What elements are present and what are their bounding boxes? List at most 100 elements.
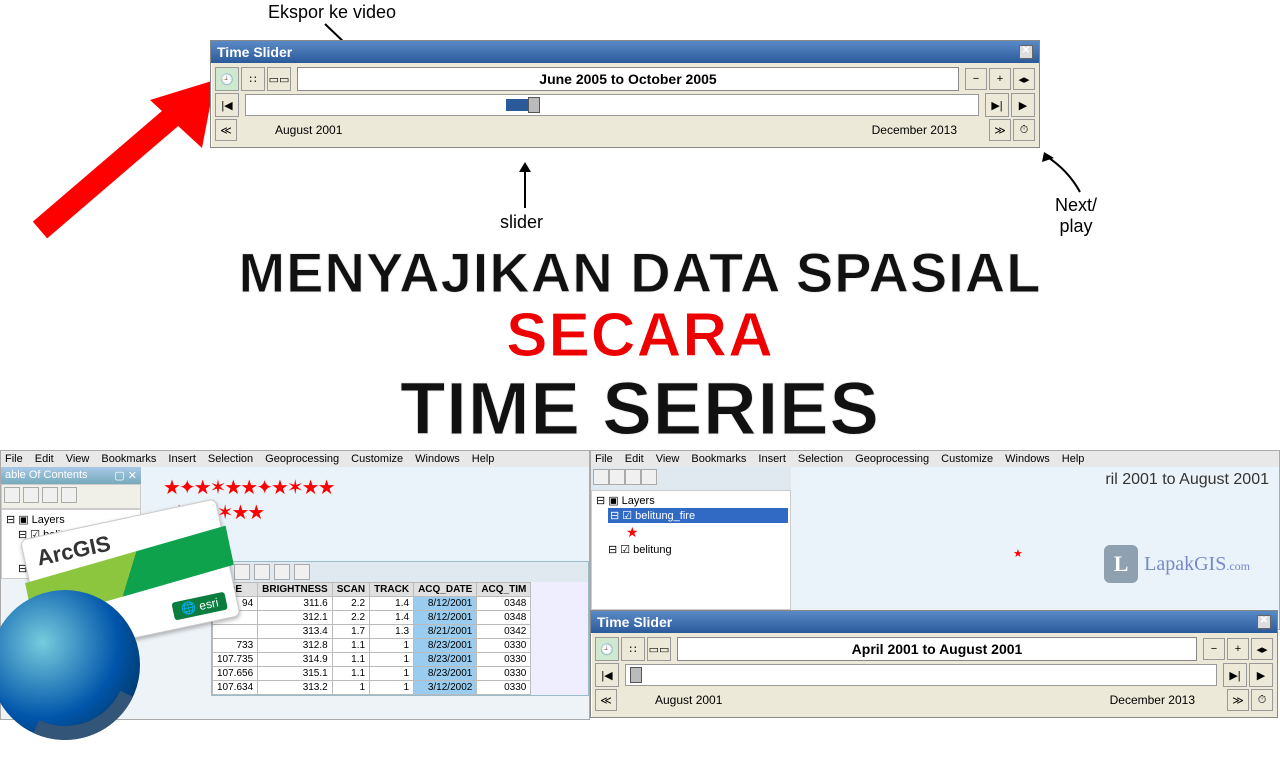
headline-line3: TIME SERIES xyxy=(0,366,1280,451)
time-settings-button[interactable]: ⏱ xyxy=(1013,119,1035,141)
arrow-to-slider-icon xyxy=(515,160,535,215)
col-acqtim[interactable]: ACQ_TIM xyxy=(477,583,531,597)
step-forward-button[interactable]: ≫ xyxy=(989,119,1011,141)
time-slider-titlebar-2[interactable]: Time Slider ✕ xyxy=(591,611,1277,633)
arrow-to-play-icon xyxy=(1038,150,1088,200)
table-row: 107.735314.91.118/23/20010330 xyxy=(213,653,531,667)
globe-icon xyxy=(0,590,140,740)
tbl-btn[interactable] xyxy=(254,564,270,580)
menu-view[interactable]: View xyxy=(66,453,90,465)
lapakgis-logo: L LapakGIS.com xyxy=(1104,545,1250,583)
arcmap-menubar-2[interactable]: File Edit View Bookmarks Insert Selectio… xyxy=(591,451,1279,467)
table-row: 107.656315.11.118/23/20010330 xyxy=(213,667,531,681)
map-area-right[interactable]: ril 2001 to August 2001 ★ xyxy=(793,467,1279,617)
zoom-in-button[interactable]: + xyxy=(1227,638,1249,660)
annotation-export-video: Ekspor ke video xyxy=(268,2,396,23)
menu-bookmarks[interactable]: Bookmarks xyxy=(101,453,156,465)
zoom-out-button[interactable]: − xyxy=(965,68,987,90)
time-start-label: August 2001 xyxy=(275,123,342,137)
toc-btn-1[interactable] xyxy=(4,487,20,503)
toc-body-2: ⊟ ▣ Layers ⊟ ☑ belitung_fire ★ ⊟ ☑ belit… xyxy=(591,490,791,610)
time-slider-track[interactable] xyxy=(245,94,979,116)
red-arrow-icon xyxy=(30,70,230,240)
annotation-slider: slider xyxy=(500,212,543,233)
time-slider-handle[interactable] xyxy=(528,97,540,113)
menu-selection[interactable]: Selection xyxy=(208,453,253,465)
menu-file[interactable]: File xyxy=(5,453,23,465)
time-fill xyxy=(506,99,530,111)
export-video-button[interactable]: ▭▭ xyxy=(267,67,291,91)
toc-toolbar[interactable] xyxy=(1,484,141,509)
toc-btn-3[interactable] xyxy=(42,487,58,503)
play-button[interactable]: ▶ xyxy=(1011,93,1035,117)
time-end-label: December 2013 xyxy=(872,123,957,137)
toc-btn-4[interactable] xyxy=(61,487,77,503)
skip-back-button[interactable]: |◀ xyxy=(215,93,239,117)
annotation-next-play: Next/ play xyxy=(1055,195,1097,237)
col-acqdate[interactable]: ACQ_DATE xyxy=(414,583,477,597)
toc-titlebar[interactable]: able Of Contents▢ ✕ xyxy=(1,467,141,484)
headline-line2: SECARA xyxy=(0,300,1280,371)
toc-toolbar-2[interactable] xyxy=(591,467,791,490)
menu-geoprocessing[interactable]: Geoprocessing xyxy=(265,453,339,465)
toc-symbol: ★ xyxy=(594,523,788,542)
menu-windows[interactable]: Windows xyxy=(415,453,460,465)
full-extent-button[interactable]: ◂▸ xyxy=(1251,638,1273,660)
step-forward-button[interactable]: ≫ xyxy=(1227,689,1249,711)
play-button[interactable]: ▶ xyxy=(1249,663,1273,687)
headline-line1: MENYAJIKAN DATA SPASIAL xyxy=(0,240,1280,305)
time-range-display: April 2001 to August 2001 xyxy=(677,637,1197,661)
lapakgis-icon: L xyxy=(1104,545,1138,583)
close-button[interactable]: ✕ xyxy=(1019,45,1033,59)
enable-time-button[interactable]: 🕘 xyxy=(215,67,239,91)
skip-forward-button[interactable]: ▶| xyxy=(985,93,1009,117)
menu-customize[interactable]: Customize xyxy=(351,453,403,465)
time-settings-button[interactable]: ⏱ xyxy=(1251,689,1273,711)
toc-layer-selected[interactable]: ⊟ ☑ belitung_fire xyxy=(608,508,788,523)
table-row: 107.634313.2113/12/20020330 xyxy=(213,681,531,695)
table-row: 313.41.71.38/21/20010342 xyxy=(213,625,531,639)
table-row: 733312.81.118/23/20010330 xyxy=(213,639,531,653)
table-row: 312.12.21.48/12/20010348 xyxy=(213,611,531,625)
step-back-button[interactable]: ≪ xyxy=(595,689,617,711)
menu-edit[interactable]: Edit xyxy=(35,453,54,465)
arcmap-menubar[interactable]: File Edit View Bookmarks Insert Selectio… xyxy=(1,451,589,467)
time-slider-window-top: Time Slider ✕ 🕘 ∷ ▭▭ June 2005 to Octobe… xyxy=(210,40,1040,148)
menu-insert[interactable]: Insert xyxy=(168,453,196,465)
step-back-button[interactable]: ≪ xyxy=(215,119,237,141)
zoom-in-button[interactable]: + xyxy=(989,68,1011,90)
esri-badge: 🌐 esri xyxy=(172,592,228,621)
map-time-overlay: ril 2001 to August 2001 xyxy=(1105,471,1269,489)
time-slider-titlebar[interactable]: Time Slider ✕ xyxy=(211,41,1039,63)
fire-point-icon: ★ xyxy=(1013,547,1023,560)
col-brightness[interactable]: BRIGHTNESS xyxy=(258,583,333,597)
tbl-btn[interactable] xyxy=(294,564,310,580)
time-slider-handle[interactable] xyxy=(630,667,642,683)
enable-time-button[interactable]: 🕘 xyxy=(595,637,619,661)
toc-root[interactable]: ⊟ ▣ Layers xyxy=(594,493,788,508)
full-extent-button[interactable]: ◂▸ xyxy=(1013,68,1035,90)
arcmap-window-right: File Edit View Bookmarks Insert Selectio… xyxy=(590,450,1280,630)
options-button[interactable]: ∷ xyxy=(621,637,645,661)
attribute-table-panel: DE BRIGHTNESS SCAN TRACK ACQ_DATE ACQ_TI… xyxy=(211,561,589,696)
col-scan[interactable]: SCAN xyxy=(332,583,369,597)
skip-forward-button[interactable]: ▶| xyxy=(1223,663,1247,687)
toc-layer[interactable]: ⊟ ☑ belitung xyxy=(594,542,788,557)
menu-help[interactable]: Help xyxy=(472,453,495,465)
time-slider-track[interactable] xyxy=(625,664,1217,686)
attribute-table[interactable]: DE BRIGHTNESS SCAN TRACK ACQ_DATE ACQ_TI… xyxy=(212,582,531,695)
col-track[interactable]: TRACK xyxy=(370,583,414,597)
time-range-display: June 2005 to October 2005 xyxy=(297,67,959,91)
table-toolbar[interactable] xyxy=(212,562,588,582)
time-slider-title: Time Slider xyxy=(217,44,292,60)
toc-btn-2[interactable] xyxy=(23,487,39,503)
zoom-out-button[interactable]: − xyxy=(1203,638,1225,660)
options-button[interactable]: ∷ xyxy=(241,67,265,91)
table-row: 94311.62.21.48/12/20010348 xyxy=(213,597,531,611)
time-slider-window-bottom: Time Slider ✕ 🕘 ∷ ▭▭ April 2001 to Augus… xyxy=(590,610,1278,718)
export-video-button[interactable]: ▭▭ xyxy=(647,637,671,661)
tbl-btn[interactable] xyxy=(234,564,250,580)
skip-back-button[interactable]: |◀ xyxy=(595,663,619,687)
tbl-btn[interactable] xyxy=(274,564,290,580)
close-button[interactable]: ✕ xyxy=(1257,615,1271,629)
